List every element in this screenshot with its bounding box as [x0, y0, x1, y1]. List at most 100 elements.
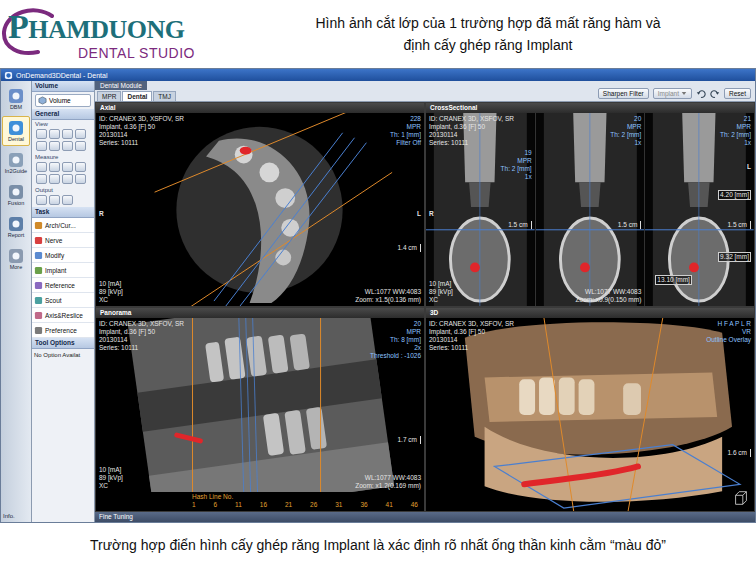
- tab-bar: MPRDentalTMJ: [95, 90, 176, 101]
- viewport-canvas[interactable]: ID: CRANEX 3D, XSFOV, SRImplant, d.36 [F…: [426, 318, 754, 511]
- view-tools: [32, 127, 94, 153]
- task-item[interactable]: Implant: [32, 263, 94, 278]
- hash-line-number[interactable]: 21: [285, 501, 292, 509]
- viewport: 3D ID: CRANEX 3D, XSFOV, SRImplant, d.36…: [426, 308, 754, 511]
- rail-label: More: [10, 264, 23, 271]
- section-header[interactable]: Volume: [32, 81, 94, 92]
- orientation-cube-icon[interactable]: [732, 489, 750, 507]
- hash-line-number[interactable]: 31: [335, 501, 342, 509]
- cross-section-pane[interactable]: 19MPRTh: 2 [mm]1x 1.5 cm ID: CRANEX 3D, …: [426, 113, 536, 306]
- hash-line-number[interactable]: 26: [310, 501, 317, 509]
- hash-line-number[interactable]: 16: [260, 501, 267, 509]
- section-header[interactable]: Task: [32, 207, 94, 218]
- viewport: Panorama ID: CRANEX 3D, XSFOV, SRImplant…: [96, 308, 424, 511]
- rail-item[interactable]: In2Guide: [2, 148, 30, 178]
- viewport-canvas[interactable]: ID: CRANEX 3D, XSFOV, SRImplant, d.36 [F…: [96, 318, 424, 492]
- output-tools: [32, 193, 94, 207]
- cross-section-pane[interactable]: 20MPRTh: 2 [mm]1x 1.5 cm WL:1077 WW:4083…: [536, 113, 646, 306]
- view-tool-icon[interactable]: [36, 129, 47, 139]
- measure-tool-icon[interactable]: [49, 174, 60, 184]
- output-tool-icon[interactable]: [49, 195, 60, 205]
- mode-rail: DBM Dental In2Guide Fusion Report More I…: [1, 81, 32, 522]
- task-list: Arch/Cur... Nerve Modify Implant Referen…: [32, 218, 94, 338]
- view-tool-icon[interactable]: [49, 141, 60, 151]
- hash-line-label: Hash Line No.: [102, 493, 418, 501]
- measure-tool-icon[interactable]: [36, 174, 47, 184]
- view-tool-icon[interactable]: [62, 141, 73, 151]
- measurement-label[interactable]: 9.32 [mm]: [718, 252, 751, 262]
- module-actions: Sharpen Filter Implant Reset: [594, 86, 755, 101]
- redo-icon[interactable]: [710, 89, 720, 99]
- cross-section-pane[interactable]: 21MPRTh: 2 [mm]1x 1.5 cm L 4.20 [mm]9.32…: [645, 113, 754, 306]
- viewport-canvas[interactable]: ID: CRANEX 3D, XSFOV, SRImplant, d.36 [F…: [96, 113, 424, 306]
- window-info: WL:1077 WW:4083Zoom: x0.9(0.150 mm): [576, 288, 642, 304]
- task-item[interactable]: Arch/Cur...: [32, 218, 94, 233]
- scale-label: 1.7 cm: [397, 436, 421, 444]
- logo-name: PHAMDUONG: [8, 12, 240, 45]
- view-labels: 20MPRTh: 8 [mm]2xThreshold : -1026: [370, 320, 421, 360]
- tab[interactable]: Dental: [122, 91, 152, 101]
- volume-button[interactable]: Volume: [35, 94, 91, 107]
- measure-tool-icon[interactable]: [49, 162, 60, 172]
- orientation-label: L: [417, 210, 421, 218]
- view-tool-icon[interactable]: [49, 129, 60, 139]
- measurement-label[interactable]: 13.10 [mm]: [655, 275, 692, 285]
- rail-item[interactable]: Report: [2, 212, 30, 242]
- info-button[interactable]: Info.: [1, 511, 31, 522]
- hash-line-number[interactable]: 41: [386, 501, 393, 509]
- rail-item[interactable]: More: [2, 244, 30, 274]
- section-header[interactable]: Tool Options: [32, 338, 94, 349]
- app-window: OnDemand3DDental - Dental DBM Dental In2…: [0, 68, 756, 523]
- output-tool-icon[interactable]: [36, 195, 47, 205]
- view-tool-icon[interactable]: [62, 129, 73, 139]
- viewport-title: Panorama: [96, 308, 424, 318]
- study-info: ID: CRANEX 3D, XSFOV, SRImplant, d.36 [F…: [429, 115, 514, 147]
- orientation-label: R: [99, 210, 104, 218]
- hash-line-number[interactable]: 11: [235, 501, 242, 509]
- hash-line-number[interactable]: 1: [192, 501, 196, 509]
- hash-line-number[interactable]: 6: [214, 501, 218, 509]
- rail-item[interactable]: Fusion: [2, 180, 30, 210]
- measure-tool-icon[interactable]: [75, 174, 86, 184]
- section-header[interactable]: General: [32, 109, 94, 120]
- implant-dropdown[interactable]: Implant: [653, 88, 692, 99]
- output-tool-icon[interactable]: [62, 195, 73, 205]
- rail-item[interactable]: DBM: [2, 84, 30, 114]
- measurement-label[interactable]: 4.20 [mm]: [718, 190, 751, 200]
- task-item[interactable]: Nerve: [32, 233, 94, 248]
- undo-icon[interactable]: [696, 89, 706, 99]
- view-tool-icon[interactable]: [75, 129, 86, 139]
- task-icon: [34, 221, 43, 230]
- task-item[interactable]: Scout: [32, 293, 94, 308]
- task-icon: [34, 251, 43, 260]
- module-bar: Dental Module MPRDentalTMJ Sharpen Filte…: [95, 81, 755, 102]
- task-item[interactable]: Axis&Reslice: [32, 308, 94, 323]
- fine-tuning-bar[interactable]: Fine Tuning: [95, 512, 755, 522]
- rail-item[interactable]: Dental: [2, 116, 30, 146]
- viewport: Axial ID: CRANEX 3D, XSFOV, SRImplant, d…: [96, 103, 424, 306]
- task-item[interactable]: Modify: [32, 248, 94, 263]
- study-info: ID: CRANEX 3D, XSFOV, SRImplant, d.36 [F…: [99, 320, 184, 352]
- measure-tool-icon[interactable]: [36, 162, 47, 172]
- tool-options-text: No Option Availat: [32, 349, 94, 361]
- hash-line-number[interactable]: 46: [411, 501, 418, 509]
- hash-line-number[interactable]: 36: [360, 501, 367, 509]
- viewport-grid: Axial ID: CRANEX 3D, XSFOV, SRImplant, d…: [95, 102, 755, 512]
- tab[interactable]: MPR: [97, 91, 121, 101]
- tab[interactable]: TMJ: [153, 91, 176, 101]
- cube-icon: [38, 96, 47, 105]
- viewport-canvas[interactable]: 19MPRTh: 2 [mm]1x 1.5 cm ID: CRANEX 3D, …: [426, 113, 754, 306]
- measure-tool-icon[interactable]: [75, 162, 86, 172]
- orientation-label: L: [747, 163, 751, 171]
- measure-tool-icon[interactable]: [62, 174, 73, 184]
- logo: PHAMDUONG DENTAL STUDIO: [0, 8, 240, 61]
- reset-button[interactable]: Reset: [724, 88, 751, 99]
- view-tool-icon[interactable]: [36, 141, 47, 151]
- task-item[interactable]: Reference: [32, 278, 94, 293]
- sharpen-filter-button[interactable]: Sharpen Filter: [598, 88, 649, 99]
- view-tool-icon[interactable]: [75, 141, 86, 151]
- measure-tool-icon[interactable]: [62, 162, 73, 172]
- task-icon: [34, 311, 43, 320]
- module-icon: [8, 120, 24, 136]
- task-item[interactable]: Preference: [32, 323, 94, 338]
